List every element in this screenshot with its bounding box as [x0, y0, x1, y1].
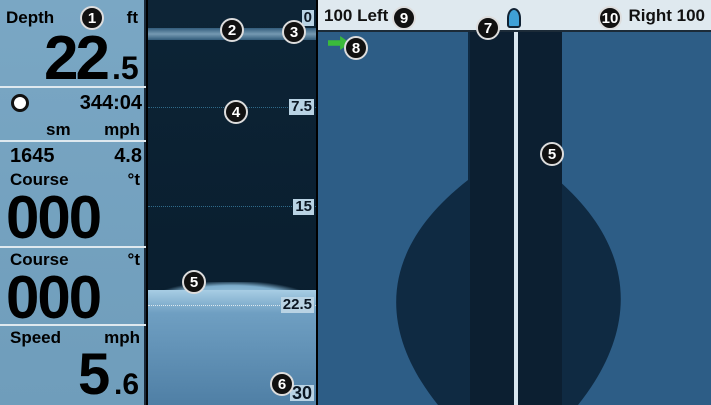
speed-value: 5	[78, 342, 110, 405]
side-left-range: 100 Left	[324, 6, 389, 25]
speed-unit: mph	[104, 120, 140, 139]
callout-5a: 5	[182, 270, 206, 294]
speed-value-decimal: .6	[114, 368, 140, 401]
depth-line-15	[148, 206, 316, 207]
scale-7-5: 7.5	[289, 98, 314, 115]
callout-9: 9	[392, 6, 416, 30]
left-water-column	[470, 32, 514, 405]
speed-unit-label: mph	[104, 328, 140, 347]
side-right-range: Right 100	[628, 6, 705, 25]
side-imaging-view[interactable]: 100 Left Right 100 9 7 8 10 5	[318, 0, 711, 405]
trip-row: 1645 4.8	[0, 142, 146, 170]
scale-30: 30	[289, 383, 314, 403]
timer-box: 344:04	[0, 88, 146, 116]
clock-icon	[11, 94, 29, 112]
timer-value: 344:04	[79, 92, 142, 114]
boat-icon	[507, 8, 521, 28]
course-unit-1: °t	[127, 170, 140, 189]
trip-speed: 4.8	[114, 145, 142, 167]
depth-box: Depth ft 22 .5	[0, 0, 146, 93]
course-unit-2: °t	[127, 250, 140, 269]
callout-6: 6	[270, 372, 294, 396]
callout-7: 7	[476, 16, 500, 40]
depth-value: 22	[44, 24, 110, 93]
scale-15: 15	[293, 198, 314, 215]
callout-5b: 5	[540, 142, 564, 166]
course-box-1: Course °t 000	[0, 170, 146, 248]
right-water-column	[518, 32, 562, 405]
units-row: sm mph	[0, 116, 146, 142]
speed-label: Speed	[10, 328, 62, 347]
distance-unit: sm	[46, 120, 71, 139]
callout-4: 4	[224, 100, 248, 124]
course-box-2: Course °t 000	[0, 248, 146, 331]
course-value-1: 000	[6, 184, 102, 251]
trip-distance: 1645	[10, 145, 55, 167]
side-header-bar: 100 Left Right 100	[318, 0, 711, 32]
sonar-view[interactable]: 0 7.5 15 22.5 30 2 3 4 5 6	[148, 0, 316, 405]
callout-8: 8	[344, 36, 368, 60]
callout-2: 2	[220, 18, 244, 42]
center-track-line	[514, 32, 518, 405]
speed-box: Speed mph 5 .6	[0, 326, 146, 405]
scale-22-5: 22.5	[280, 296, 314, 313]
callout-1: 1	[80, 6, 104, 30]
data-panel: Depth ft 22 .5 344:04 sm mph 1645 4.8 Co…	[0, 0, 146, 405]
scale-0: 0	[301, 9, 314, 26]
course-value-2: 000	[6, 264, 102, 331]
depth-value-decimal: .5	[112, 50, 139, 86]
callout-10: 10	[598, 6, 622, 30]
callout-3: 3	[282, 20, 306, 44]
depth-unit: ft	[126, 8, 138, 27]
